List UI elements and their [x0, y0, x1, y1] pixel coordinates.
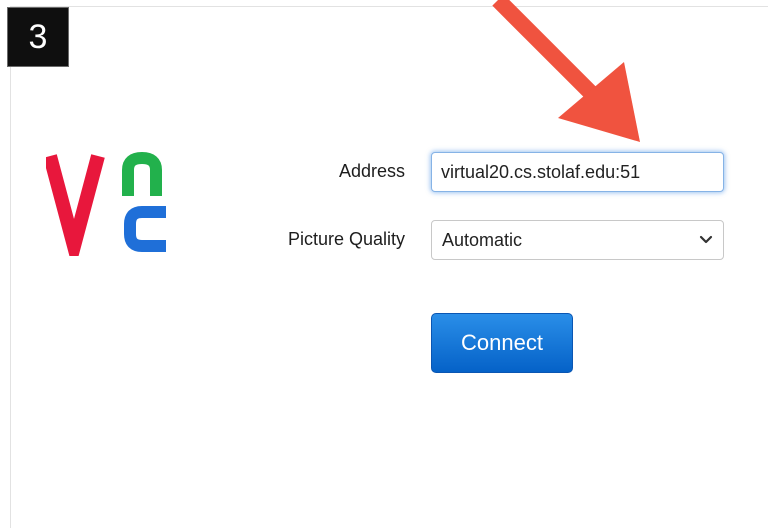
picture-quality-label: Picture Quality — [287, 229, 405, 249]
window-left-border — [10, 6, 11, 528]
address-label: Address — [338, 161, 405, 181]
step-number-badge: 3 — [7, 7, 69, 67]
vnc-logo — [46, 151, 166, 256]
picture-quality-select[interactable]: Automatic — [431, 220, 724, 260]
annotation-arrow-icon — [492, 0, 640, 142]
connect-button[interactable]: Connect — [431, 313, 573, 373]
chevron-down-icon — [699, 235, 713, 244]
picture-quality-value: Automatic — [442, 229, 523, 250]
